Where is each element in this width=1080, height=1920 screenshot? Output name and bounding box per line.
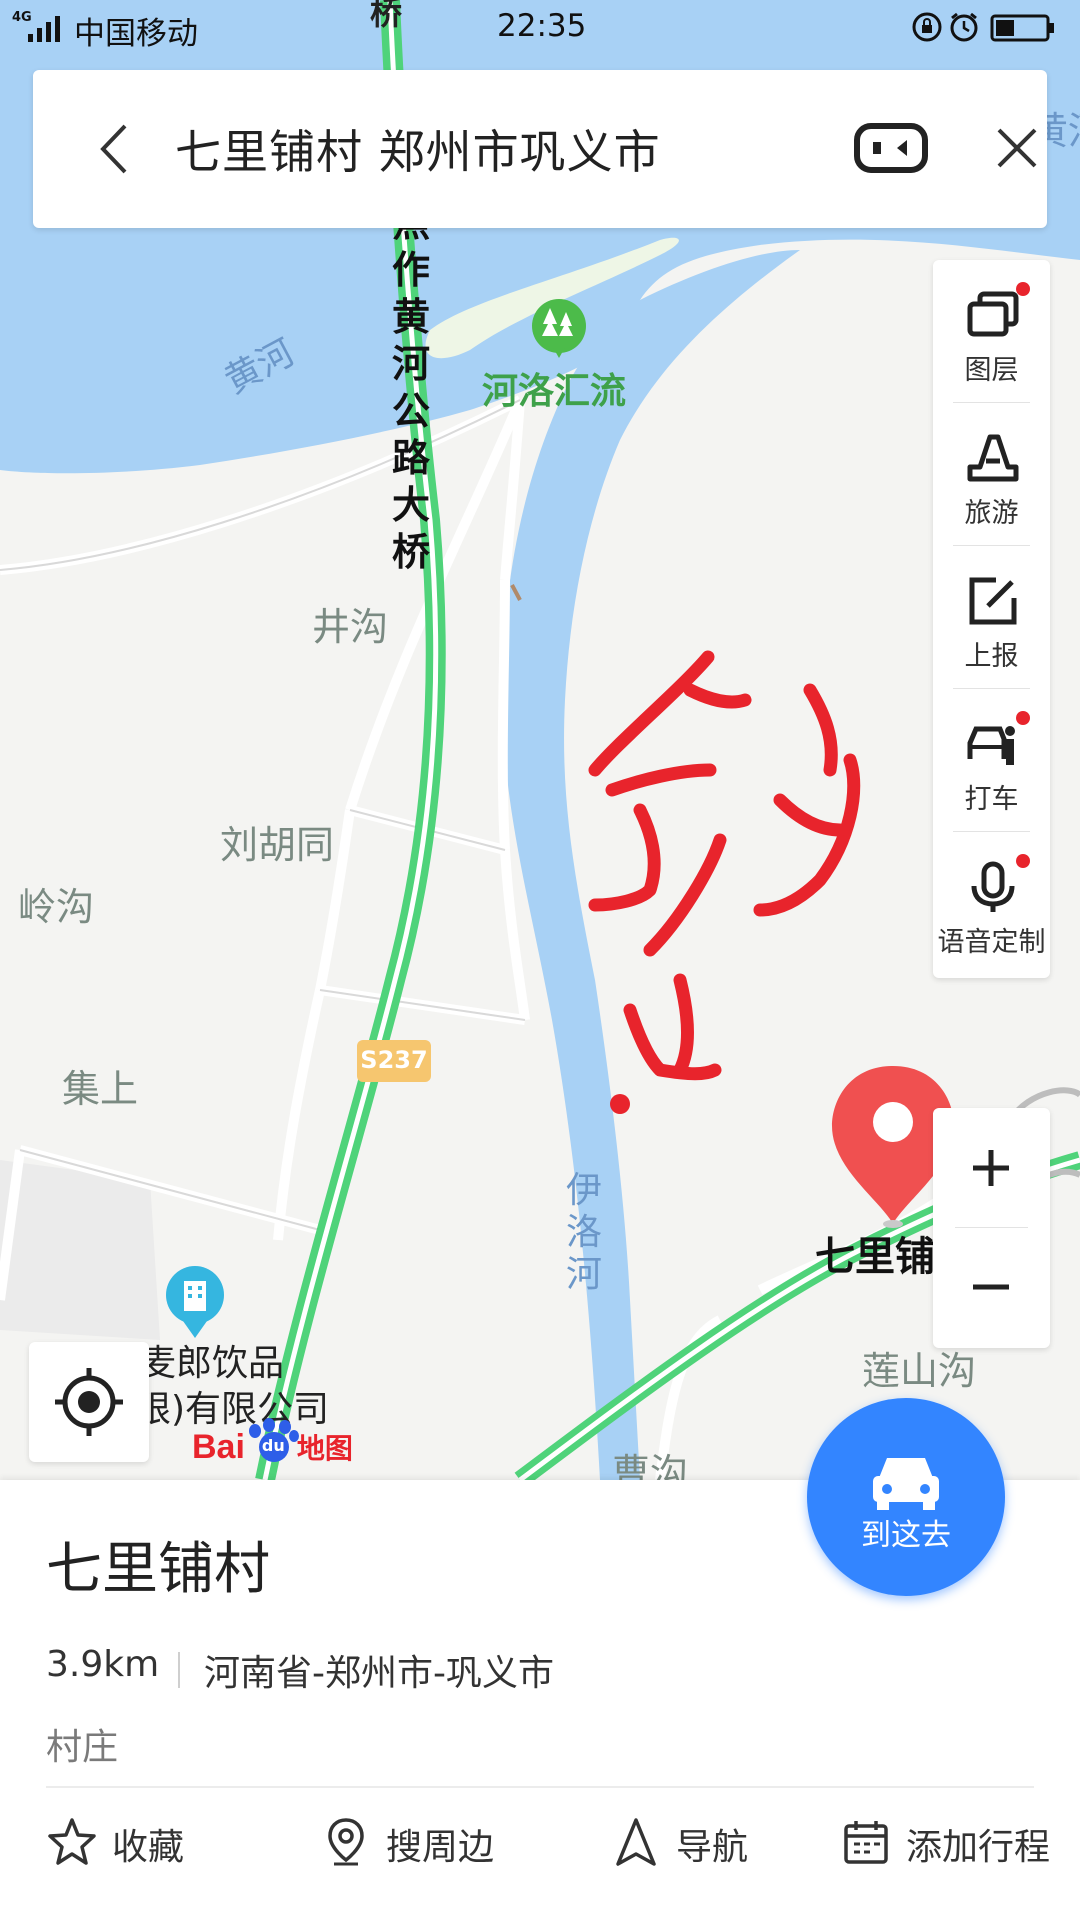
place-category: 村庄 [46, 1727, 119, 1768]
tool-report[interactable]: 上报 [933, 546, 1050, 689]
star-icon [48, 1818, 96, 1865]
paw-icon: du [245, 1418, 299, 1462]
action-nearby-label: 搜周边 [386, 1827, 495, 1868]
map-label-destination[interactable]: 七里铺 [815, 1224, 935, 1282]
map-label-company-1[interactable]: 麦郎饮品 [140, 1334, 284, 1386]
taxi-icon [967, 726, 1015, 765]
vr-view-icon[interactable] [853, 120, 929, 176]
map-label-heluo[interactable]: 河洛汇流 [482, 362, 626, 414]
travel-icon [967, 434, 1019, 482]
voice-icon [971, 861, 1015, 912]
tool-layers[interactable]: 图层 [933, 260, 1050, 403]
map-label-liuhutong: 刘胡同 [220, 823, 335, 867]
zoom-out-button[interactable] [933, 1229, 1050, 1348]
zoom-control [933, 1108, 1050, 1348]
signal-icon [28, 16, 60, 42]
close-icon[interactable] [991, 122, 1043, 174]
road-shield-label: S237 [360, 1046, 428, 1074]
tool-travel[interactable]: 旅游 [933, 403, 1050, 546]
handwriting-dot [610, 1094, 630, 1114]
tool-taxi-label: 打车 [964, 784, 1019, 815]
locate-button[interactable] [29, 1342, 149, 1462]
clock: 22:35 [497, 8, 587, 44]
place-name: 七里铺村 [46, 1537, 270, 1602]
status-bar: 4G 中国移动 22:35 [0, 0, 1080, 56]
tool-layers-label: 图层 [964, 355, 1019, 386]
action-navigate-label: 导航 [676, 1827, 749, 1868]
handwriting-annotation [588, 650, 861, 1081]
map-label-linggou: 岭沟 [18, 885, 95, 929]
voice-badge [1016, 854, 1030, 868]
back-icon[interactable] [91, 120, 139, 178]
layers-badge [1016, 282, 1030, 296]
action-favorite-label: 收藏 [112, 1827, 185, 1868]
map-label-bridge-name: 焦作黄河公路大桥 [392, 201, 431, 574]
carrier-name: 中国移动 [74, 16, 198, 52]
map-label-jinggou: 井沟 [312, 605, 389, 649]
building-icon [166, 1266, 224, 1338]
status-icons [912, 10, 1062, 48]
tool-voice[interactable]: 语音定制 [933, 832, 1050, 975]
navigate-icon [616, 1818, 656, 1866]
place-distance: 3.9km [46, 1644, 160, 1685]
rotation-lock-icon [912, 12, 942, 42]
search-bar: 七里铺村 郑州市巩义市 [33, 70, 1047, 228]
go-here-label: 到这去 [861, 1518, 951, 1553]
search-query[interactable]: 七里铺村 郑州市巩义市 [175, 116, 661, 182]
map-label-lianshangou: 莲山沟 [862, 1349, 977, 1393]
locate-icon [55, 1368, 123, 1436]
taxi-badge [1016, 711, 1030, 725]
map-label-jishang: 集上 [62, 1067, 139, 1111]
place-address: 河南省-郑州市-巩义市 [204, 1653, 554, 1694]
car-icon [873, 1458, 939, 1510]
action-add-trip-label: 添加行程 [906, 1827, 1051, 1868]
alarm-icon [950, 12, 978, 42]
battery-icon [990, 14, 1054, 42]
calendar-icon [844, 1821, 888, 1864]
go-here-button[interactable]: 到这去 [807, 1398, 1005, 1596]
tool-report-label: 上报 [964, 641, 1019, 672]
tool-taxi[interactable]: 打车 [933, 689, 1050, 832]
map-label-yiluo-river: 伊洛河 [566, 1170, 603, 1295]
map-toolbar: 图层 旅游 上报 打车 语音定制 [933, 260, 1050, 978]
tool-voice-label: 语音定制 [937, 927, 1046, 958]
tool-travel-label: 旅游 [964, 498, 1019, 529]
report-icon [969, 577, 1017, 625]
map-label-caogou: 曹沟 [612, 1451, 689, 1480]
nearby-pin-icon [328, 1818, 364, 1866]
layers-icon [967, 291, 1019, 337]
zoom-in-button[interactable] [933, 1108, 1050, 1227]
land-patch [0, 1160, 160, 1340]
baidu-map-logo: Bai du 地图 [192, 1418, 353, 1466]
